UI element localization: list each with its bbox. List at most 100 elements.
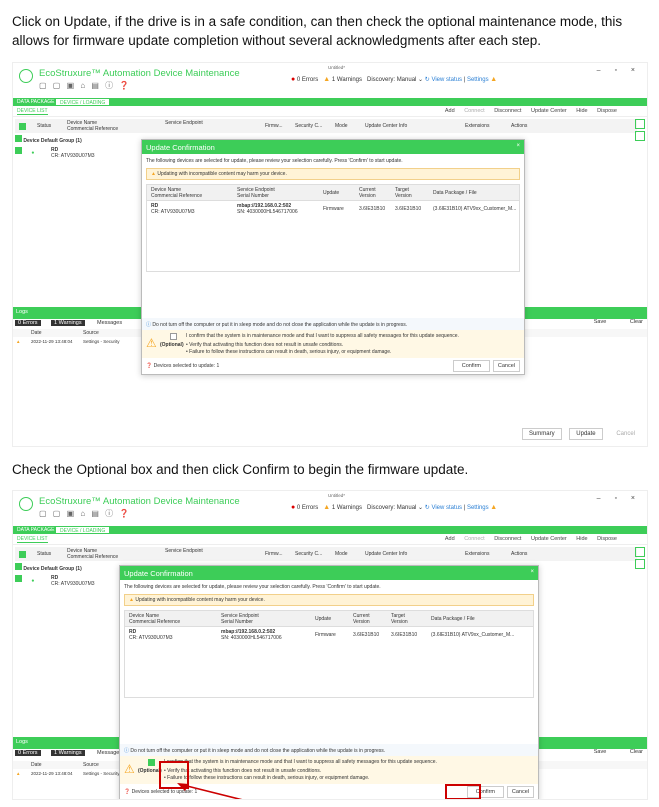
hide-button[interactable]: Hide [576, 108, 587, 114]
tab-data-package[interactable]: DATA PACKAGE [17, 527, 55, 533]
view-status-link[interactable]: View status [431, 505, 462, 511]
row-checkbox[interactable] [15, 575, 22, 582]
col-firmware[interactable]: Firmw... [265, 551, 283, 557]
tab-device-loading[interactable]: DEVICE / LOADING [55, 98, 111, 106]
log-col-source[interactable]: Source [83, 330, 99, 336]
close-icon[interactable]: × [530, 569, 534, 575]
tab-device-loading[interactable]: DEVICE / LOADING [55, 526, 111, 534]
tab-device-list[interactable]: DEVICE LIST [17, 108, 48, 115]
alert-icon[interactable] [635, 119, 645, 129]
book-icon[interactable] [635, 131, 645, 141]
add-button[interactable]: Add [445, 536, 455, 542]
log-clear-button[interactable]: Clear [630, 749, 643, 755]
device-toolbar: DEVICE LIST Add Connect Disconnect Updat… [13, 107, 647, 117]
logs-title[interactable]: Logs [16, 739, 28, 745]
tab-data-package[interactable]: DATA PACKAGE [17, 99, 55, 105]
close-icon[interactable]: × [516, 143, 520, 149]
screenshot-1: EcoStruxure™ Automation Device Maintenan… [12, 62, 648, 447]
device-grid-header: Status Device Name Commercial Reference … [15, 119, 637, 133]
h-data-package: Data Package / File [433, 190, 477, 196]
col-update-center-info[interactable]: Update Center Info [365, 551, 407, 557]
window-controls[interactable]: – ▫ × [597, 67, 641, 74]
log-col-source[interactable]: Source [83, 762, 99, 768]
dialog-title: Update Confirmation [124, 569, 193, 578]
col-actions[interactable]: Actions [511, 551, 527, 557]
row-checkbox[interactable] [15, 147, 22, 154]
toolbar-icons[interactable]: ▢ ▢ ▣ ⌂ ▤ ⓘ ❓ [39, 508, 131, 519]
log-save-button[interactable]: Save [594, 319, 607, 325]
main-tab-bar: DATA PACKAGE DEVICE / LOADING [13, 98, 647, 106]
maintenance-checkbox[interactable] [170, 333, 177, 340]
refresh-icon[interactable]: ↻ [425, 505, 430, 511]
error-icon: ● [291, 504, 296, 511]
add-button[interactable]: Add [445, 108, 455, 114]
device-table-header: Device Name Commercial Reference Service… [125, 611, 533, 627]
window-controls[interactable]: – ▫ × [597, 495, 641, 502]
connect-button[interactable]: Connect [464, 536, 485, 542]
disconnect-button[interactable]: Disconnect [494, 108, 521, 114]
select-all-checkbox[interactable] [19, 123, 26, 132]
refresh-icon[interactable]: ↻ [425, 77, 430, 83]
col-firmware[interactable]: Firmw... [265, 123, 283, 129]
dialog-cancel-button[interactable]: Cancel [506, 786, 534, 798]
confirm-button[interactable]: Confirm [452, 360, 490, 372]
book-icon[interactable] [635, 559, 645, 569]
disconnect-button[interactable]: Disconnect [494, 536, 521, 542]
col-extensions[interactable]: Extensions [465, 123, 489, 129]
discovery-select[interactable]: Discovery: Manual [367, 77, 416, 83]
warnings-count[interactable]: 1 Warnings [332, 77, 362, 83]
col-update-center-info[interactable]: Update Center Info [365, 123, 407, 129]
col-status[interactable]: Status [37, 123, 51, 129]
view-status-link[interactable]: View status [431, 77, 462, 83]
col-actions[interactable]: Actions [511, 123, 527, 129]
log-warnings-filter[interactable]: 1 Warnings [51, 750, 85, 756]
log-errors-filter[interactable]: 0 Errors [15, 750, 41, 756]
r-cr: CR: ATV930U07M3 [129, 635, 173, 641]
dialog-footer: ❓ Devices selected to update: 1 Confirm … [142, 358, 524, 374]
col-security[interactable]: Security C... [295, 123, 322, 129]
info-text: Do not turn off the computer or put it i… [152, 322, 408, 328]
dispose-button[interactable]: Dispose [597, 536, 617, 542]
logs-title[interactable]: Logs [16, 309, 28, 315]
connect-button[interactable]: Connect [464, 108, 485, 114]
dispose-button[interactable]: Dispose [597, 108, 617, 114]
col-security[interactable]: Security C... [295, 551, 322, 557]
r-sn: SN: 4030000HL546717006 [237, 209, 298, 215]
settings-link[interactable]: Settings [467, 505, 489, 511]
instruction-step1: Click on Update, if the drive is in a sa… [12, 14, 623, 48]
errors-count[interactable]: 0 Errors [297, 77, 318, 83]
alert-icon[interactable] [635, 547, 645, 557]
hide-button[interactable]: Hide [576, 536, 587, 542]
log-col-date[interactable]: Date [31, 762, 42, 768]
col-service-endpoint[interactable]: Service Endpoint [165, 548, 203, 554]
col-extensions[interactable]: Extensions [465, 551, 489, 557]
r-current: 3.6IE31B10 [359, 206, 386, 212]
summary-button[interactable]: Summary [521, 428, 562, 440]
update-center-button[interactable]: Update Center [531, 108, 567, 114]
col-mode[interactable]: Mode [335, 551, 348, 557]
col-mode[interactable]: Mode [335, 123, 348, 129]
warning-icon: ▲ [323, 504, 331, 511]
col-status[interactable]: Status [37, 551, 51, 557]
col-service-endpoint[interactable]: Service Endpoint [165, 120, 203, 126]
log-clear-button[interactable]: Clear [630, 319, 643, 325]
row-commercial-reference: CR: ATV930U07M3 [51, 581, 95, 587]
cancel-button[interactable]: Cancel [610, 429, 641, 439]
maintenance-checkbox[interactable] [148, 759, 155, 766]
tab-device-list[interactable]: DEVICE LIST [17, 536, 48, 543]
toolbar-icons[interactable]: ▢ ▢ ▣ ⌂ ▤ ⓘ ❓ [39, 80, 131, 91]
update-button[interactable]: Update [569, 428, 603, 440]
log-col-date[interactable]: Date [31, 330, 42, 336]
warnings-count[interactable]: 1 Warnings [332, 505, 362, 511]
settings-link[interactable]: Settings [467, 77, 489, 83]
select-all-checkbox[interactable] [19, 551, 26, 560]
log-save-button[interactable]: Save [594, 749, 607, 755]
log-warnings-filter[interactable]: 1 Warnings [51, 320, 85, 326]
update-center-button[interactable]: Update Center [531, 536, 567, 542]
right-sidebar [633, 117, 647, 157]
log-errors-filter[interactable]: 0 Errors [15, 320, 41, 326]
log-messages-filter[interactable]: Messages [97, 320, 122, 326]
errors-count[interactable]: 0 Errors [297, 505, 318, 511]
dialog-cancel-button[interactable]: Cancel [492, 360, 520, 372]
discovery-select[interactable]: Discovery: Manual [367, 505, 416, 511]
